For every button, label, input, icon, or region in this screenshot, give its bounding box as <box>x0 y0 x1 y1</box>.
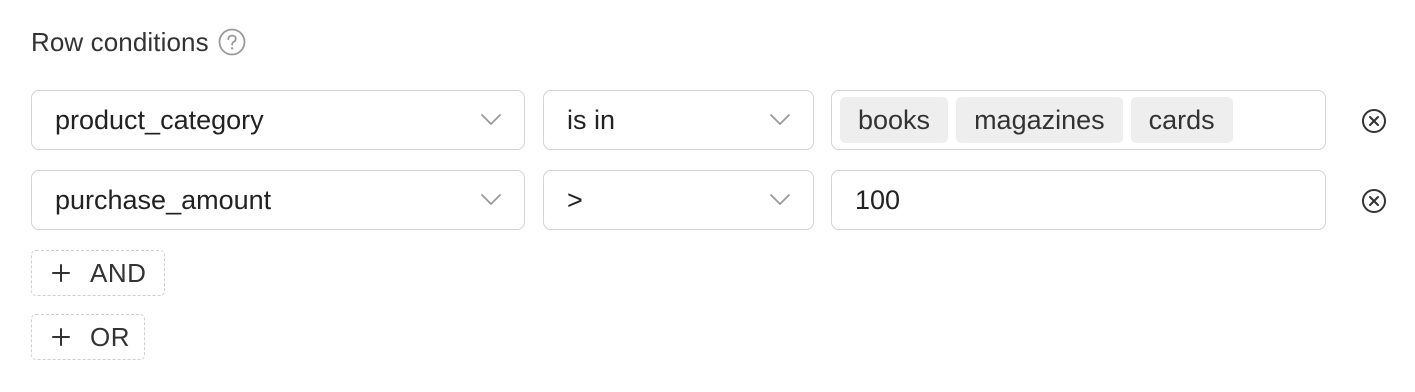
add-or-button[interactable]: OR <box>31 314 145 360</box>
chevron-down-icon <box>769 113 791 127</box>
row-conditions-header: Row conditions <box>31 24 246 60</box>
question-circle-icon[interactable] <box>218 28 246 56</box>
chevron-down-icon <box>480 193 502 207</box>
add-or-label: OR <box>90 321 130 352</box>
condition-row: purchase_amount > <box>31 170 1401 232</box>
add-and-button[interactable]: AND <box>31 250 165 296</box>
operator-select[interactable]: is in <box>543 90 814 150</box>
operator-select-value: is in <box>567 104 616 135</box>
chevron-down-icon <box>769 193 791 207</box>
remove-condition-icon[interactable] <box>1361 188 1387 214</box>
remove-condition-icon[interactable] <box>1361 108 1387 134</box>
value-input-box[interactable] <box>831 170 1326 230</box>
section-title: Row conditions <box>31 26 209 57</box>
value-tags-input[interactable]: books magazines cards <box>831 90 1326 150</box>
plus-icon <box>51 263 71 283</box>
condition-row: product_category is in books magazines c… <box>31 90 1401 152</box>
value-tag[interactable]: books <box>840 97 949 143</box>
value-input[interactable] <box>840 174 1297 226</box>
plus-icon <box>51 327 71 347</box>
add-and-label: AND <box>90 257 147 288</box>
operator-select[interactable]: > <box>543 170 814 230</box>
value-tag[interactable]: cards <box>1130 97 1233 143</box>
field-select-value: purchase_amount <box>55 184 272 215</box>
field-select-value: product_category <box>55 104 264 135</box>
field-select[interactable]: product_category <box>31 90 525 150</box>
operator-select-value: > <box>567 184 583 215</box>
field-select[interactable]: purchase_amount <box>31 170 525 230</box>
chevron-down-icon <box>480 113 502 127</box>
value-tag[interactable]: magazines <box>956 97 1123 143</box>
